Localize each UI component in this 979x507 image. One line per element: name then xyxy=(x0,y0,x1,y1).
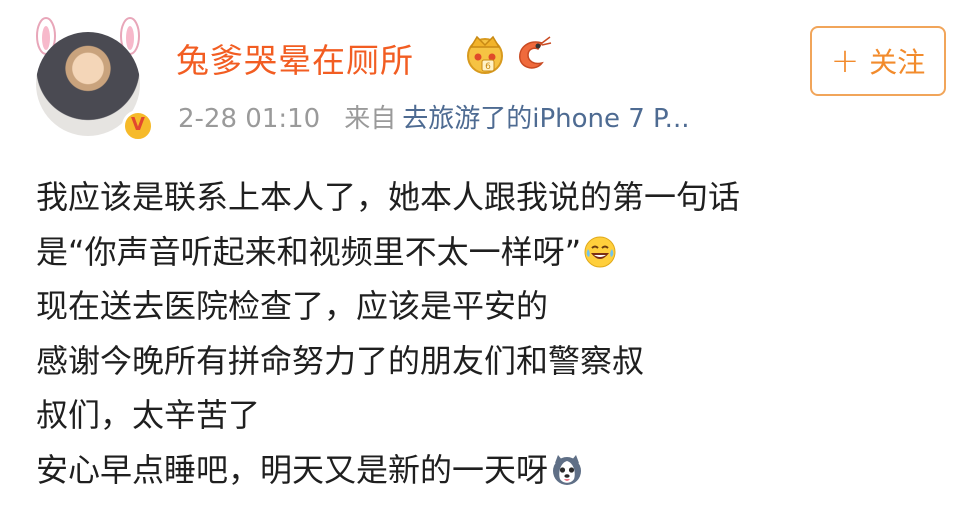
laugh-cry-emoji-icon xyxy=(584,236,616,268)
from-label: 来自 xyxy=(344,104,397,134)
content-line: 安心早点睡吧，明天又是新的一天呀 xyxy=(36,443,956,498)
verified-badge-icon: V xyxy=(122,110,154,142)
post-source-link[interactable]: 去旅游了的iPhone 7 P... xyxy=(402,104,689,134)
plus-icon: + xyxy=(830,41,860,81)
content-line: 我应该是联系上本人了，她本人跟我说的第一句话 xyxy=(36,178,741,216)
content-line: 叔们，太辛苦了 xyxy=(36,396,261,434)
username-link[interactable]: 兔爹哭晕在厕所 xyxy=(176,34,414,82)
follow-button[interactable]: + 关注 xyxy=(810,26,946,96)
content-line: 感谢今晚所有拼命努力了的朋友们和警察叔 xyxy=(36,341,645,380)
post-meta: 2-28 01:10 来自 去旅游了的iPhone 7 P... xyxy=(178,98,689,135)
husky-emoji-icon xyxy=(553,454,582,485)
user-avatar-group[interactable]: V xyxy=(26,14,154,142)
post-timestamp[interactable]: 2-28 01:10 xyxy=(178,104,320,134)
crown-vip-icon[interactable]: 6 xyxy=(463,33,507,75)
follow-button-label: 关注 xyxy=(869,46,926,79)
svg-text:6: 6 xyxy=(485,62,491,72)
content-line: 现在送去医院检查了，应该是平安的 xyxy=(36,287,549,325)
shrimp-fan-badge-icon[interactable] xyxy=(512,35,552,75)
post-content: 我应该是联系上本人了，她本人跟我说的第一句话 是“你声音听起来和视频里不太一样呀… xyxy=(36,170,956,497)
content-line: 是“你声音听起来和视频里不太一样呀” xyxy=(36,225,956,280)
